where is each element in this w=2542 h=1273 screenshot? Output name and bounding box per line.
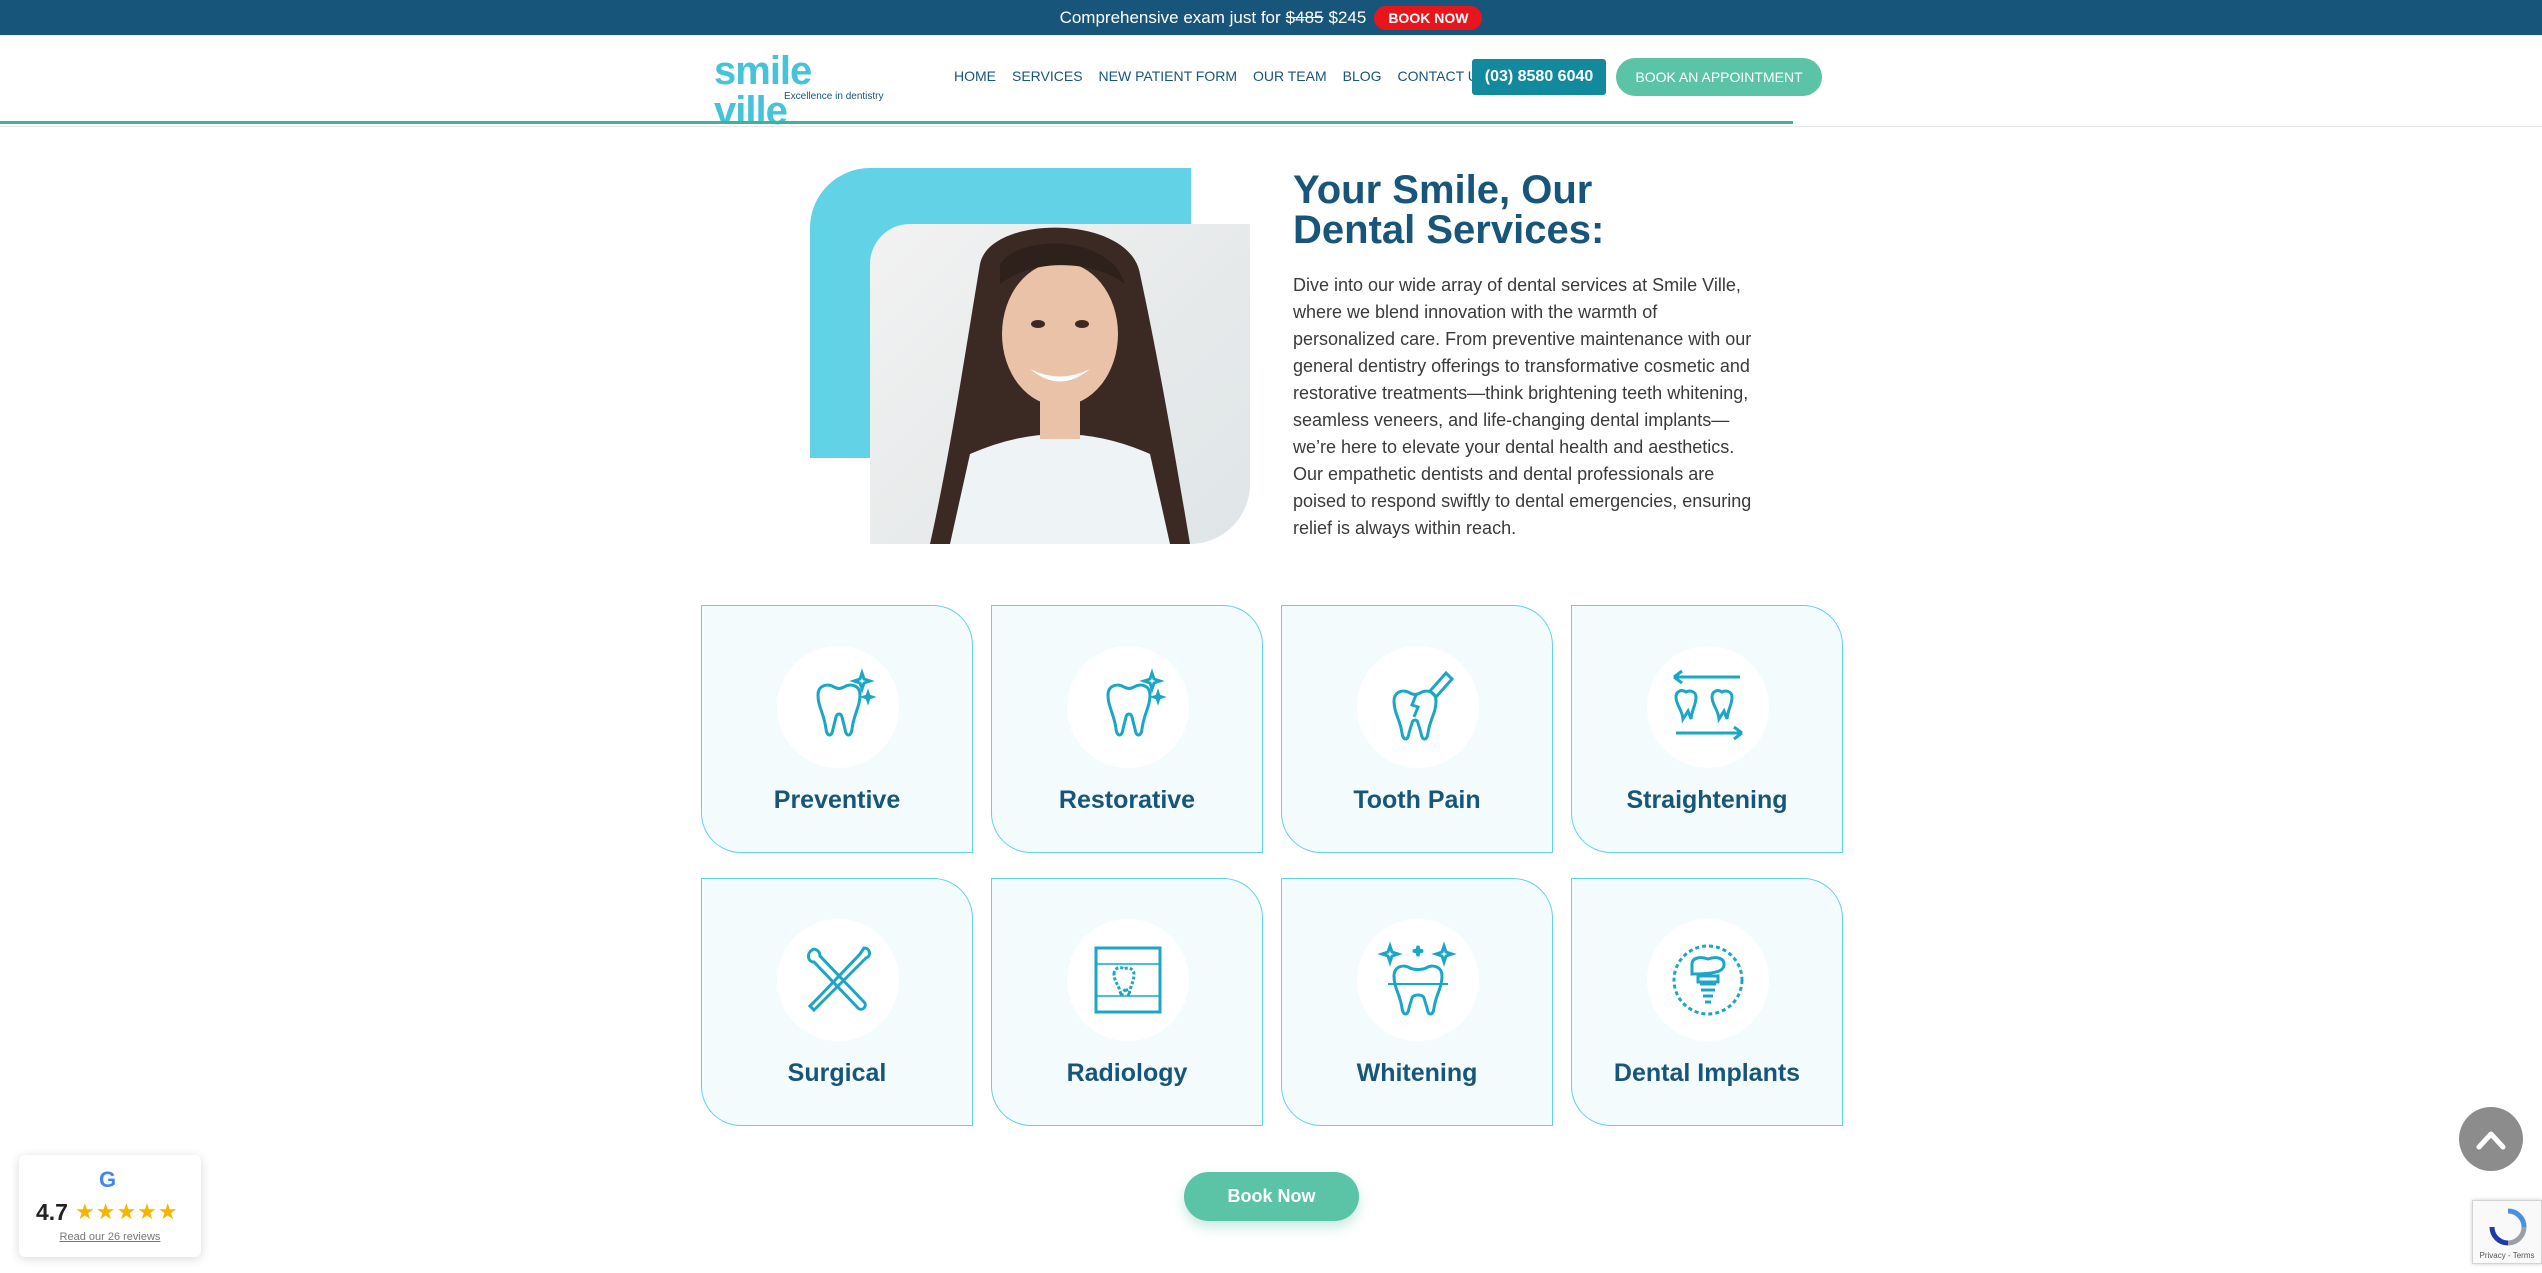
service-card-surgical[interactable]: Surgical [701, 878, 973, 1126]
phone-button[interactable]: (03) 8580 6040 [1472, 59, 1606, 95]
service-card-whitening[interactable]: Whitening [1281, 878, 1553, 1126]
nav-new-patient-form[interactable]: NEW PATIENT FORM [1099, 68, 1237, 84]
teeth-arrows-icon [1647, 646, 1769, 768]
page-title-line-1: Your Smile, Our [1293, 168, 1593, 212]
promo-new-price: $245 [1328, 7, 1367, 27]
page-title-line-2: Dental Services: [1293, 208, 1605, 252]
site-header: smile ville Excellence in dentistry HOME… [0, 35, 2542, 131]
service-card-preventive[interactable]: Preventive [701, 605, 973, 853]
promo-text: Comprehensive exam just for [1059, 7, 1281, 27]
scroll-to-top-button[interactable] [2459, 1107, 2523, 1171]
recaptcha-badge[interactable]: Privacy - Terms [2472, 1200, 2542, 1264]
main-nav: HOME SERVICES NEW PATIENT FORM OUR TEAM … [954, 68, 1503, 84]
recaptcha-icon [2489, 1208, 2527, 1246]
service-card-dental-implants[interactable]: Dental Implants [1571, 878, 1843, 1126]
service-label: Tooth Pain [1353, 786, 1481, 814]
tooth-sparkle-icon [777, 646, 899, 768]
nav-blog[interactable]: BLOG [1343, 68, 1382, 84]
review-score: 4.7 [36, 1199, 68, 1225]
google-icon: G [99, 1167, 117, 1192]
google-reviews-widget[interactable]: G 4.7 ★★★★★ Read our 26 reviews [19, 1155, 201, 1257]
service-label: Surgical [787, 1059, 887, 1087]
star-rating: ★★★★★ [75, 1199, 179, 1224]
tooth-xray-icon [1067, 919, 1189, 1041]
nav-home[interactable]: HOME [954, 68, 996, 84]
book-appointment-button[interactable]: BOOK AN APPOINTMENT [1616, 58, 1822, 96]
promo-book-now-button[interactable]: BOOK NOW [1374, 5, 1483, 30]
service-label: Whitening [1356, 1059, 1478, 1087]
service-card-restorative[interactable]: Restorative [991, 605, 1263, 853]
service-card-radiology[interactable]: Radiology [991, 878, 1263, 1126]
nav-services[interactable]: SERVICES [1012, 68, 1083, 84]
service-label: Restorative [1058, 786, 1196, 814]
service-card-tooth-pain[interactable]: Tooth Pain [1281, 605, 1553, 853]
tooth-whitening-icon [1357, 919, 1479, 1041]
service-label: Dental Implants [1613, 1059, 1801, 1087]
service-label: Straightening [1626, 786, 1788, 814]
chevron-up-icon [2476, 1131, 2506, 1150]
read-reviews-link[interactable]: Read our 26 reviews [19, 1231, 201, 1243]
dental-tools-icon [777, 919, 899, 1041]
tooth-sparkle-icon [1067, 646, 1189, 768]
intro-paragraph: Dive into our wide array of dental servi… [1293, 275, 1752, 538]
logo-tagline: Excellence in dentistry [784, 91, 884, 102]
scroll-progress-bar [0, 121, 1793, 124]
promo-old-price: $485 [1285, 7, 1324, 27]
logo[interactable]: smile ville Excellence in dentistry [714, 51, 884, 131]
nav-our-team[interactable]: OUR TEAM [1253, 68, 1327, 84]
hero-image [810, 168, 1250, 548]
recaptcha-text: Privacy - Terms [2479, 1251, 2535, 1260]
dental-implant-icon [1647, 919, 1769, 1041]
service-label: Radiology [1066, 1059, 1188, 1087]
service-card-straightening[interactable]: Straightening [1571, 605, 1843, 853]
smiling-woman-photo [870, 224, 1250, 544]
service-label: Preventive [773, 786, 901, 814]
promo-bar: Comprehensive exam just for $485 $245 BO… [0, 0, 2542, 35]
page-title: Your Smile, Our Dental Services: [1293, 170, 1793, 250]
book-now-button[interactable]: Book Now [1184, 1172, 1359, 1221]
tooth-pain-icon [1357, 646, 1479, 768]
